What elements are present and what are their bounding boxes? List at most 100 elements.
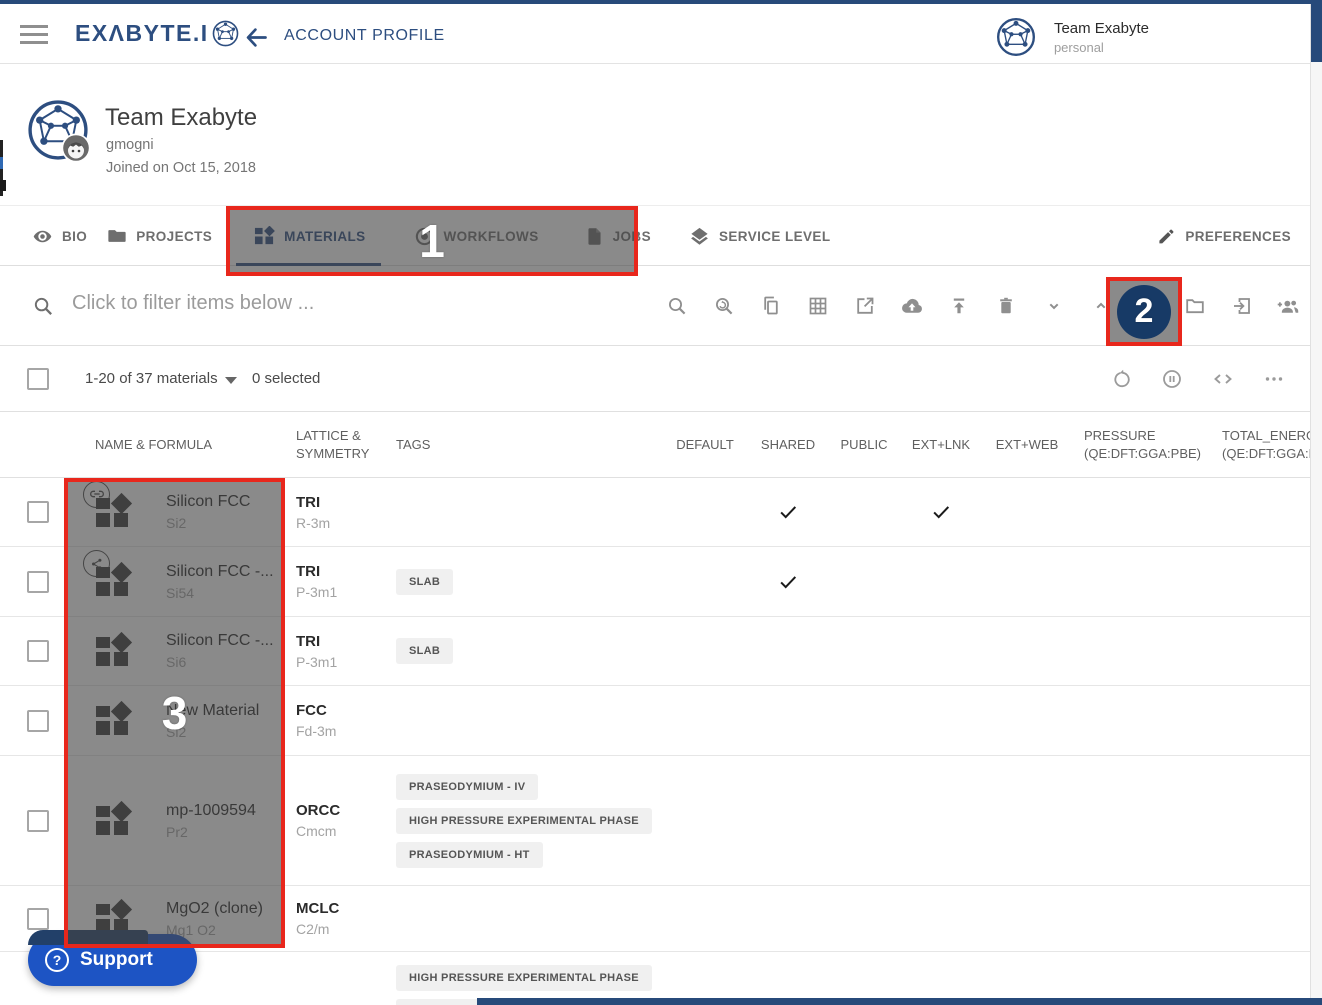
eye-icon (32, 226, 53, 247)
bottom-bar (477, 998, 1322, 1005)
tag-chip: HIGH PRESSURE EXPERIMENTAL PHASE (396, 965, 652, 991)
col-ext-lnk[interactable]: EXT+LNK (901, 436, 981, 454)
upload-icon[interactable] (946, 293, 972, 319)
code-icon[interactable] (1210, 367, 1236, 391)
annotation-number: 1 (419, 214, 445, 268)
profile-section: Team Exabyte gmogni Joined on Oct 15, 20… (0, 64, 1310, 205)
item-count: 1-20 of 37 materials (85, 370, 218, 387)
folder-icon (107, 226, 127, 246)
check-icon (930, 501, 952, 523)
filter-input[interactable]: Click to filter items below ... (72, 292, 314, 315)
materials-toolbar (664, 266, 1302, 346)
layers-icon (689, 226, 710, 247)
table-header-row: NAME & FORMULA LATTICE & SYMMETRY TAGS D… (0, 412, 1310, 478)
row-checkbox[interactable] (27, 710, 49, 732)
pause-icon[interactable] (1160, 367, 1184, 391)
ext-lnk-check (901, 478, 981, 546)
annotation-badge: 2 (1117, 285, 1171, 339)
annotation-box-1: 1 (226, 206, 638, 276)
search-icon[interactable] (664, 293, 690, 319)
open-in-new-icon[interactable] (852, 293, 878, 319)
tab-projects[interactable]: PROJECTS (107, 226, 212, 246)
tag-chip: SLAB (396, 569, 453, 595)
support-label: Support (80, 949, 153, 971)
delete-icon[interactable] (993, 293, 1019, 319)
profile-name: Team Exabyte (105, 104, 257, 132)
col-name-formula[interactable]: NAME & FORMULA (66, 436, 285, 454)
hamburger-menu-icon[interactable] (20, 25, 48, 49)
tab-label: BIO (62, 229, 87, 244)
exit-to-app-icon[interactable] (1229, 293, 1255, 319)
more-icon[interactable] (1262, 367, 1286, 391)
cloud-upload-icon[interactable] (899, 293, 925, 319)
pencil-icon (1157, 227, 1176, 246)
tag-chip: SLAB (396, 638, 453, 664)
tab-bio[interactable]: BIO (32, 226, 87, 247)
col-total-energy[interactable]: TOTAL_ENERGY (QE:DFT:GGA:PBE) (1211, 427, 1310, 463)
col-ext-web[interactable]: EXT+WEB (981, 436, 1073, 454)
col-shared[interactable]: SHARED (749, 436, 827, 454)
lattice-type: ORCC (296, 802, 381, 819)
select-all-checkbox[interactable] (27, 368, 49, 390)
add-group-icon[interactable] (1276, 293, 1302, 319)
tag-chip: PRASEODYMIUM - HT (396, 842, 543, 868)
col-lattice-symmetry[interactable]: LATTICE & SYMMETRY (285, 427, 381, 463)
grid-view-icon[interactable] (805, 293, 831, 319)
symmetry-group: P-3m1 (296, 654, 381, 670)
profile-tabs: BIO PROJECTS MATERIALS WORKFLOWS (0, 205, 1310, 266)
tab-preferences[interactable]: PREFERENCES (1157, 227, 1291, 246)
edge-artifact (0, 157, 3, 169)
account-profile-page: EXΛBYTE.I (0, 0, 1322, 1005)
chevron-down-icon[interactable] (1041, 293, 1067, 319)
symmetry-group: P-3m1 (296, 584, 381, 600)
exabyte-logo[interactable]: EXΛBYTE.I (75, 20, 239, 47)
page-title: ACCOUNT PROFILE (284, 27, 445, 45)
selected-count: 0 selected (252, 370, 320, 387)
shared-check (749, 547, 827, 616)
folder-icon[interactable] (1182, 293, 1208, 319)
row-checkbox[interactable] (27, 640, 49, 662)
symmetry-group: R-3m (296, 515, 381, 531)
check-icon (777, 501, 799, 523)
tab-label: PROJECTS (136, 229, 212, 244)
scrollbar-thumb[interactable] (1311, 4, 1322, 62)
lattice-type: TRI (296, 494, 381, 511)
back-arrow-icon[interactable] (243, 24, 270, 51)
col-energy-label: TOTAL_ENERGY (1222, 427, 1310, 445)
col-pressure-label: PRESSURE (1084, 427, 1211, 445)
annotation-number: 3 (162, 686, 188, 740)
col-pressure[interactable]: PRESSURE (QE:DFT:GGA:PBE) (1073, 427, 1211, 463)
profile-username: gmogni (106, 137, 154, 153)
row-checkbox[interactable] (27, 571, 49, 593)
symmetry-group: C2/m (296, 921, 381, 937)
scrollbar-track[interactable] (1310, 4, 1322, 1005)
col-energy-sub: (QE:DFT:GGA:PBE) (1222, 445, 1310, 463)
check-icon (777, 571, 799, 593)
tab-service-level[interactable]: SERVICE LEVEL (689, 226, 830, 247)
account-type: personal (1054, 40, 1149, 55)
row-checkbox[interactable] (27, 908, 49, 930)
account-menu[interactable]: Team Exabyte personal (996, 17, 1149, 57)
lattice-type: TRI (296, 563, 381, 580)
col-tags[interactable]: TAGS (381, 436, 661, 454)
annotation-box-2: 2 (1106, 277, 1182, 346)
row-checkbox[interactable] (27, 810, 49, 832)
col-pressure-sub: (QE:DFT:GGA:PBE) (1084, 445, 1211, 463)
lattice-type: FCC (296, 702, 381, 719)
count-dropdown-caret-icon[interactable] (225, 377, 237, 384)
row-checkbox[interactable] (27, 501, 49, 523)
logo-ball-icon (212, 20, 239, 47)
copy-icon[interactable] (758, 293, 784, 319)
annotation-box-3: 3 (64, 478, 285, 948)
search-icon (32, 295, 55, 318)
col-public[interactable]: PUBLIC (827, 436, 901, 454)
lattice-type: MCLC (296, 900, 381, 917)
account-name: Team Exabyte (1054, 20, 1149, 37)
search-again-icon[interactable] (711, 293, 737, 319)
edge-artifact (0, 180, 6, 191)
col-default[interactable]: DEFAULT (661, 436, 749, 454)
annotation-number: 2 (1135, 292, 1154, 331)
tab-label: SERVICE LEVEL (719, 229, 830, 244)
refresh-icon[interactable] (1111, 368, 1134, 391)
lattice-type: TRI (296, 633, 381, 650)
